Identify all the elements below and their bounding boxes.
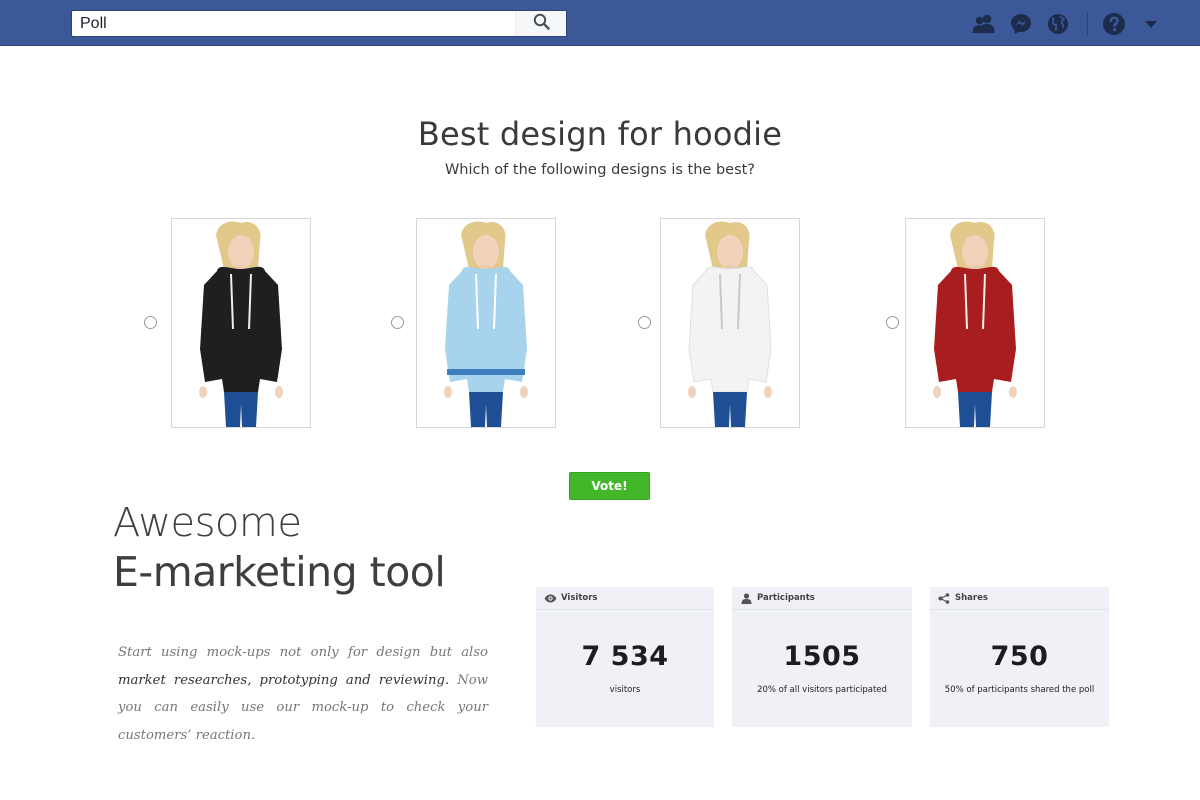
stat-label: Shares [955,593,988,603]
model-photo-hoodie-4 [933,221,1017,427]
stat-caption: 20% of all visitors participated [757,685,887,695]
share-icon [937,592,951,604]
marketing-description: Start using mock-ups not only for design… [118,639,488,749]
headline-line-1: Awesome [113,500,302,546]
vote-button[interactable]: Vote! [569,472,650,500]
stat-caption: visitors [609,685,641,695]
description-text-1: Start using mock-ups not only for design… [118,645,488,660]
stat-value: 1505 [783,641,861,672]
eye-icon [543,592,557,604]
stat-card-header: Participants [732,587,912,610]
top-bar [0,0,1200,46]
stat-value: 7 534 [581,641,669,672]
messenger-icon[interactable] [1008,11,1034,37]
stat-card-header: Visitors [536,587,714,610]
search-input[interactable] [72,11,516,36]
description-emphasis: market researches, prototyping and revie… [118,672,450,688]
friends-icon[interactable] [971,11,997,37]
stat-label: Participants [757,593,815,603]
poll-option-image-2[interactable] [416,218,556,428]
nav-divider [1087,12,1088,35]
poll-option-image-4[interactable] [905,218,1045,428]
model-photo-hoodie-1 [199,221,283,427]
poll-option-radio-1[interactable] [144,316,157,329]
poll-title: Best design for hoodie [417,115,783,153]
poll-option-image-3[interactable] [660,218,800,428]
stat-card-visitors: Visitors 7 534 visitors [536,587,714,727]
stat-card-participants: Participants 1505 20% of all visitors pa… [732,587,912,727]
model-photo-hoodie-3 [688,221,772,427]
poll-option-image-1[interactable] [171,218,311,428]
poll-question: Which of the following designs is the be… [444,162,756,178]
search-button[interactable] [515,11,566,36]
user-icon [739,592,753,604]
stat-caption: 50% of participants shared the poll [944,685,1095,695]
nav-icons [960,10,1164,37]
search-box [71,10,567,37]
stat-card-header: Shares [930,587,1109,610]
stat-label: Visitors [561,593,598,603]
poll-option-radio-2[interactable] [391,316,404,329]
stat-card-shares: Shares 750 50% of participants shared th… [930,587,1109,727]
headline-line-2: E-marketing tool [113,548,446,596]
model-photo-hoodie-2 [444,221,528,427]
help-icon[interactable] [1101,11,1127,37]
account-menu-caret-icon[interactable] [1138,11,1164,37]
poll-option-radio-3[interactable] [638,316,651,329]
poll-option-radio-4[interactable] [886,316,899,329]
globe-icon[interactable] [1045,11,1071,37]
search-icon [533,13,550,35]
stat-value: 750 [990,641,1049,672]
